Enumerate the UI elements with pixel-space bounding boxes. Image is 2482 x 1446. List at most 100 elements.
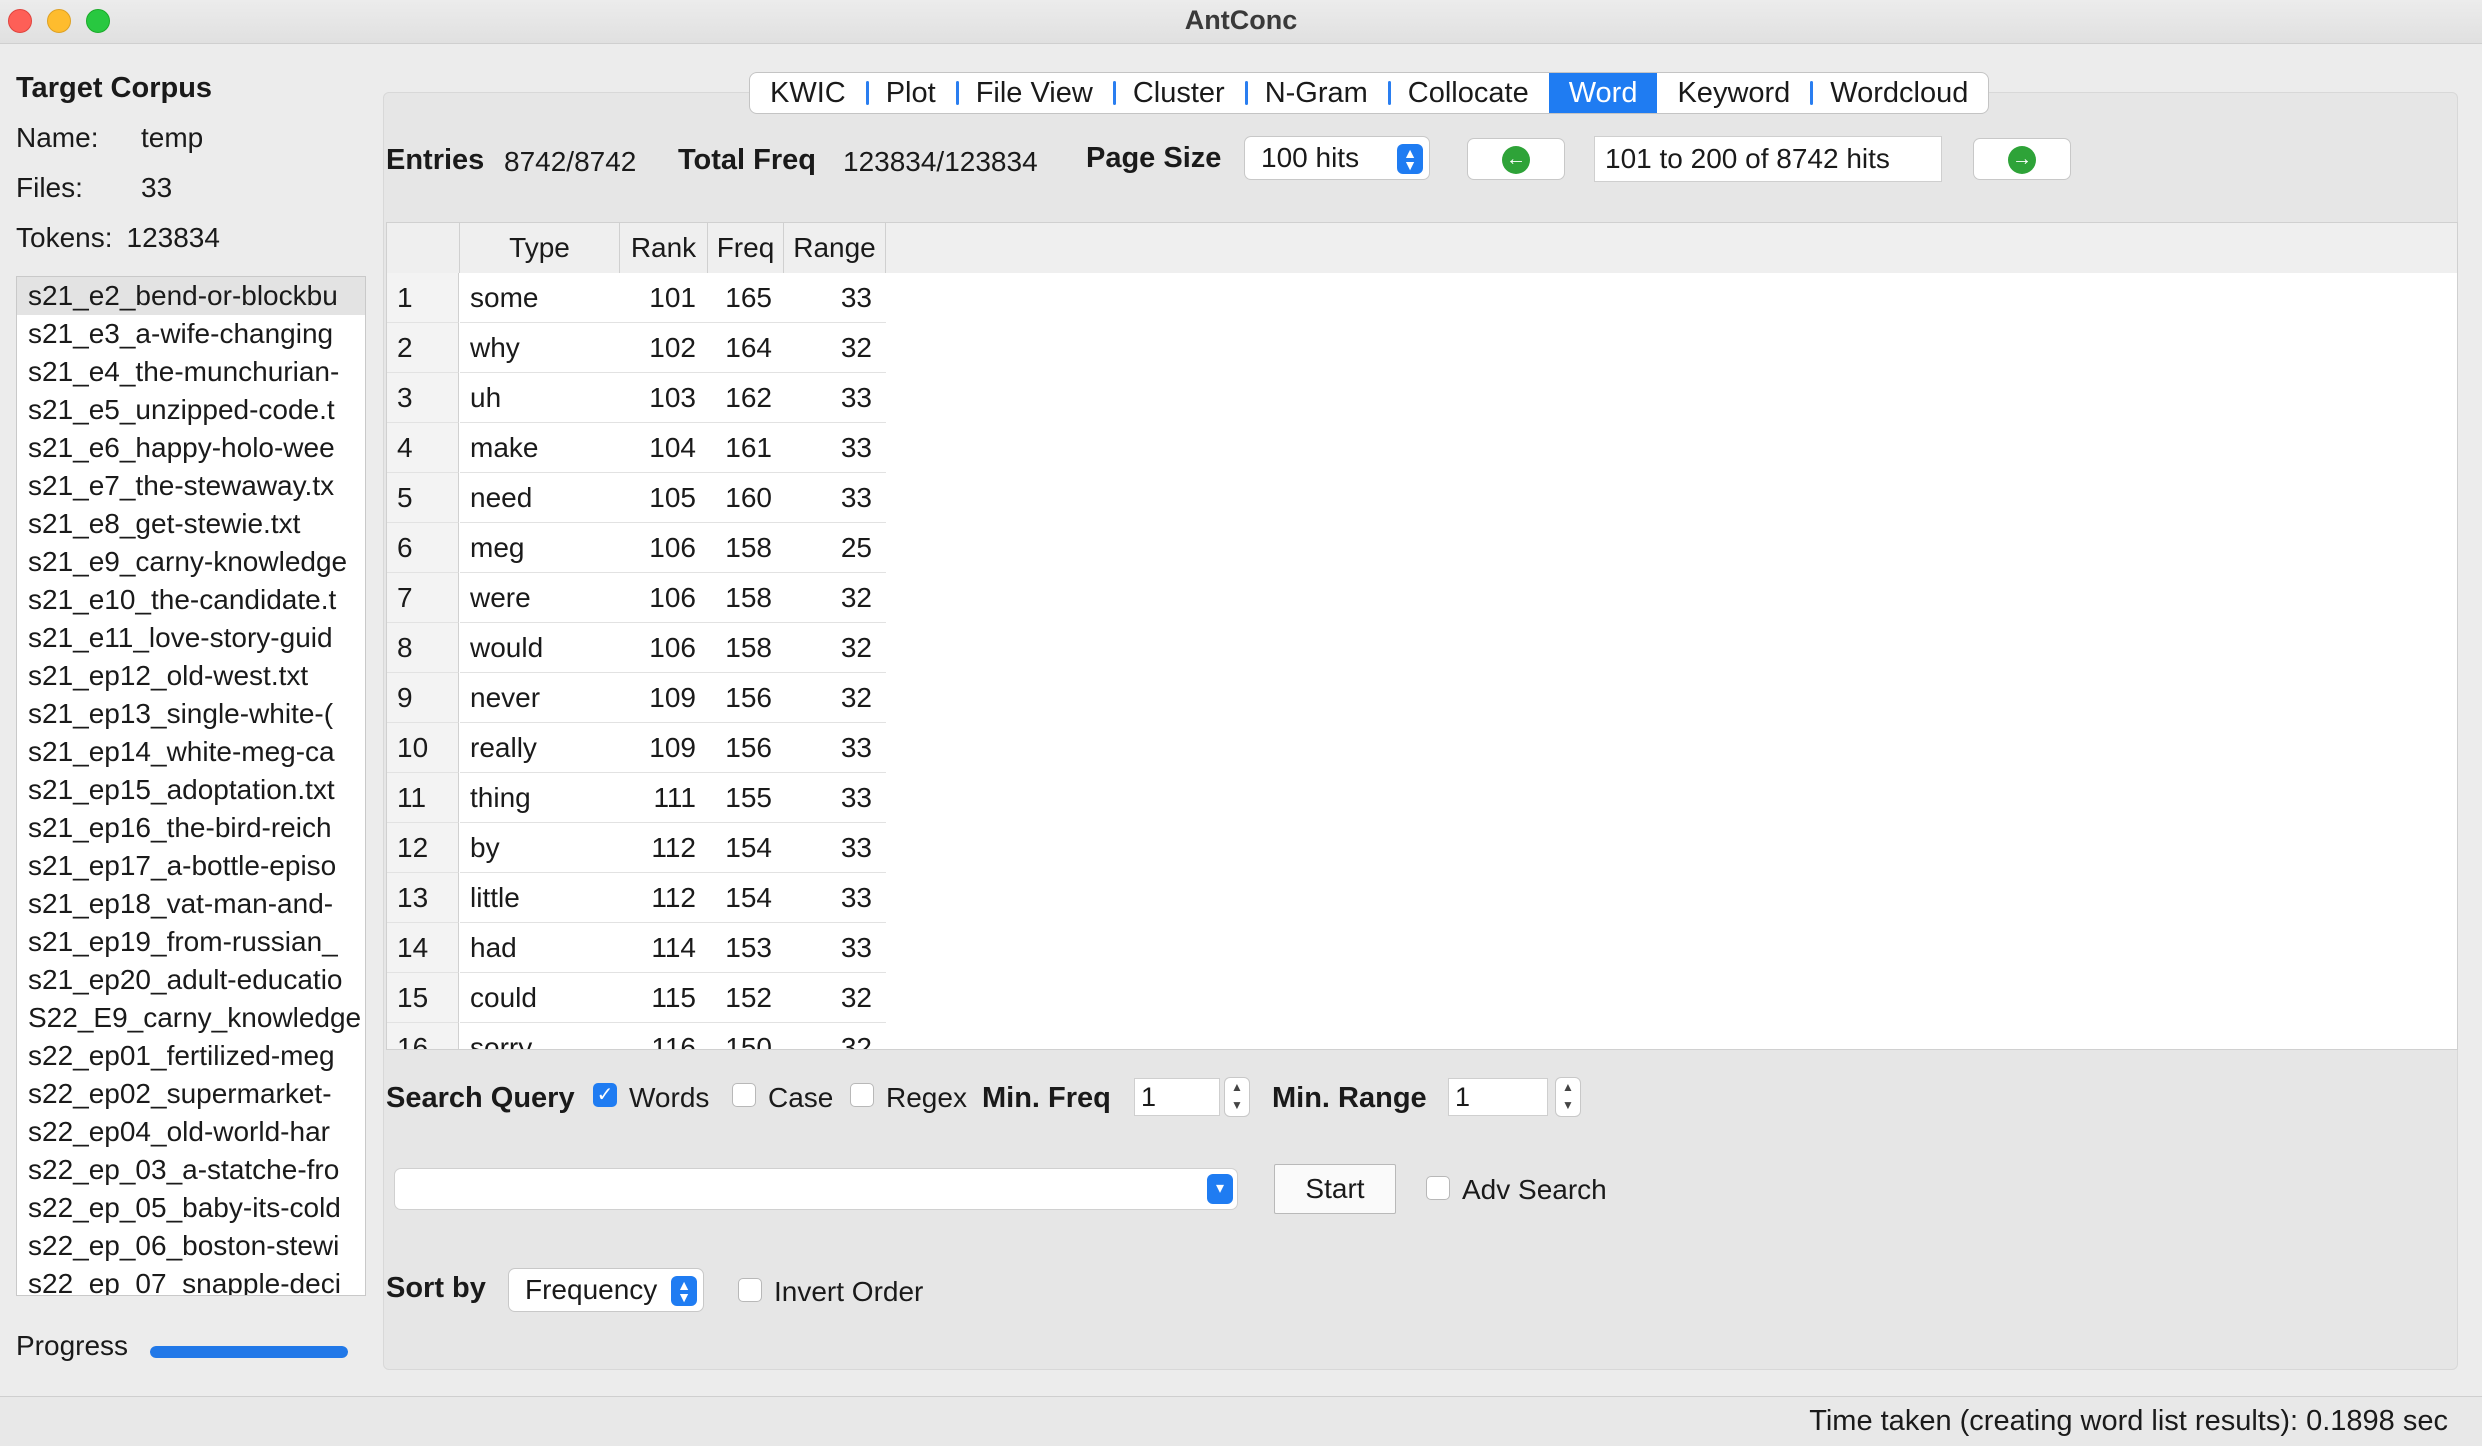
min-range-stepper[interactable]: ▲ ▼ <box>1555 1077 1581 1117</box>
cell-rank: 112 <box>620 873 708 923</box>
tab-file-view[interactable]: File View <box>955 73 1113 113</box>
cell-freq: 160 <box>708 473 784 523</box>
file-list-item[interactable]: S22_E9_carny_knowledge <box>17 999 365 1037</box>
tab-plot[interactable]: Plot <box>865 73 956 113</box>
progress-label: Progress <box>16 1330 129 1361</box>
cell-range: 32 <box>784 623 886 673</box>
invert-order-checkbox[interactable] <box>738 1278 762 1302</box>
progress-bar-fill <box>150 1346 348 1358</box>
header-index <box>387 223 460 273</box>
min-freq-input[interactable]: 1 <box>1134 1078 1220 1116</box>
file-list-item[interactable]: s21_ep15_adoptation.txt <box>17 771 365 809</box>
file-list-item[interactable]: s22_ep_06_boston-stewi <box>17 1227 365 1265</box>
file-list-item[interactable]: s21_e4_the-munchurian- <box>17 353 365 391</box>
cell-rank: 106 <box>620 573 708 623</box>
file-list-item[interactable]: s21_ep14_white-meg-ca <box>17 733 365 771</box>
cell-rank: 112 <box>620 823 708 873</box>
sort-by-label: Sort by <box>386 1272 486 1304</box>
page-size-label: Page Size <box>1086 142 1222 174</box>
next-page-button[interactable]: → <box>1973 138 2071 180</box>
cell-freq: 158 <box>708 523 784 573</box>
file-list-item[interactable]: s22_ep_05_baby-its-cold <box>17 1189 365 1227</box>
header-rank[interactable]: Rank <box>620 223 708 273</box>
target-corpus-panel: Target Corpus Name: temp Files: 33 Tokens:… <box>0 44 375 1394</box>
adv-search-checkbox[interactable] <box>1426 1176 1450 1200</box>
cell-type: make <box>460 423 620 473</box>
cell-freq: 164 <box>708 323 784 373</box>
file-list-item[interactable]: s21_e9_carny-knowledge <box>17 543 365 581</box>
case-checkbox[interactable] <box>732 1083 756 1107</box>
file-list-item[interactable]: s21_ep17_a-bottle-episo <box>17 847 365 885</box>
cell-type: meg <box>460 523 620 573</box>
tab-keyword[interactable]: Keyword <box>1657 73 1810 113</box>
tab-wordcloud[interactable]: Wordcloud <box>1810 73 1988 113</box>
corpus-files-row: Files: 33 <box>16 172 172 204</box>
header-type[interactable]: Type <box>460 223 620 273</box>
tab-cluster[interactable]: Cluster <box>1112 73 1245 113</box>
updown-chevron-icon: ▲ ▼ <box>1397 144 1423 174</box>
file-list-item[interactable]: s21_ep16_the-bird-reich <box>17 809 365 847</box>
header-range[interactable]: Range <box>784 223 886 273</box>
file-list-item[interactable]: s22_ep_03_a-statche-fro <box>17 1151 365 1189</box>
file-list-item[interactable]: s21_ep18_vat-man-and- <box>17 885 365 923</box>
file-list-item[interactable]: s21_ep12_old-west.txt <box>17 657 365 695</box>
file-list-item[interactable]: s21_e8_get-stewie.txt <box>17 505 365 543</box>
file-list-item[interactable]: s21_e5_unzipped-code.t <box>17 391 365 429</box>
status-text: Time taken (creating word list results):… <box>1809 1405 2448 1437</box>
sort-by-value: Frequency <box>525 1274 658 1305</box>
file-list-item[interactable]: s21_e2_bend-or-blockbu <box>17 277 365 315</box>
file-list-item[interactable]: s22_ep02_supermarket- <box>17 1075 365 1113</box>
corpus-name-row: Name: temp <box>16 122 203 154</box>
min-range-input[interactable]: 1 <box>1448 1078 1548 1116</box>
words-checkbox[interactable]: ✓ <box>593 1083 617 1107</box>
cell-freq: 154 <box>708 873 784 923</box>
cell-range: 33 <box>784 473 886 523</box>
table-header-row: Type Rank Freq Range <box>387 223 2457 273</box>
cell-rank: 103 <box>620 373 708 423</box>
min-freq-stepper[interactable]: ▲ ▼ <box>1224 1077 1250 1117</box>
cell-range: 32 <box>784 973 886 1023</box>
previous-page-button[interactable]: ← <box>1467 138 1565 180</box>
cell-idx: 12 <box>387 823 459 873</box>
file-list-item[interactable]: s22_ep_07_snapple-deci <box>17 1265 365 1295</box>
cell-range: 32 <box>784 1023 886 1049</box>
file-list-item[interactable]: s21_e11_love-story-guid <box>17 619 365 657</box>
progress-bar <box>150 1346 348 1358</box>
file-list-item[interactable]: s21_e3_a-wife-changing <box>17 315 365 353</box>
start-button[interactable]: Start <box>1274 1164 1396 1214</box>
cell-idx: 13 <box>387 873 459 923</box>
cell-rank: 102 <box>620 323 708 373</box>
cell-type: thing <box>460 773 620 823</box>
search-query-combobox[interactable]: ▾ <box>394 1168 1238 1210</box>
file-list-item[interactable]: s21_e7_the-stewaway.tx <box>17 467 365 505</box>
sort-by-select[interactable]: Frequency ▲ ▼ <box>508 1268 704 1312</box>
corpus-name-value: temp <box>141 122 204 153</box>
tab-word[interactable]: Word <box>1548 73 1658 113</box>
title-bar: AntConc <box>0 0 2482 44</box>
file-list-item[interactable]: s21_ep20_adult-educatio <box>17 961 365 999</box>
file-list-item[interactable]: s21_e6_happy-holo-wee <box>17 429 365 467</box>
file-list-item[interactable]: s21_ep13_single-white-( <box>17 695 365 733</box>
corpus-files-label: Files: <box>16 172 83 203</box>
word-list-table[interactable]: Type Rank Freq Range 1 some 101 165 33 2 why 10… <box>386 222 2458 1050</box>
arrow-left-icon: ← <box>1502 146 1530 174</box>
page-size-select[interactable]: 100 hits ▲ ▼ <box>1244 136 1430 180</box>
cell-rank: 101 <box>620 273 708 323</box>
tab-collocate[interactable]: Collocate <box>1387 73 1549 113</box>
regex-checkbox[interactable] <box>850 1083 874 1107</box>
corpus-files-value: 33 <box>141 172 173 203</box>
file-list-item[interactable]: s22_ep01_fertilized-meg <box>17 1037 365 1075</box>
search-query-label: Search Query <box>386 1082 575 1114</box>
file-list-item[interactable]: s22_ep04_old-world-har <box>17 1113 365 1151</box>
chevron-down-icon[interactable]: ▾ <box>1207 1174 1233 1204</box>
tab-n-gram[interactable]: N-Gram <box>1244 73 1388 113</box>
min-freq-label: Min. Freq <box>982 1082 1111 1114</box>
file-list-item[interactable]: s21_e10_the-candidate.t <box>17 581 365 619</box>
cell-idx: 4 <box>387 423 459 473</box>
total-freq-label: Total Freq <box>678 144 817 176</box>
tab-kwic[interactable]: KWIC <box>750 73 866 113</box>
corpus-file-list[interactable]: s21_e2_bend-or-blockbu s21_e3_a-wife-chan… <box>16 276 366 1296</box>
window-title: AntConc <box>1184 5 1298 35</box>
header-freq[interactable]: Freq <box>708 223 784 273</box>
file-list-item[interactable]: s21_ep19_from-russian_ <box>17 923 365 961</box>
